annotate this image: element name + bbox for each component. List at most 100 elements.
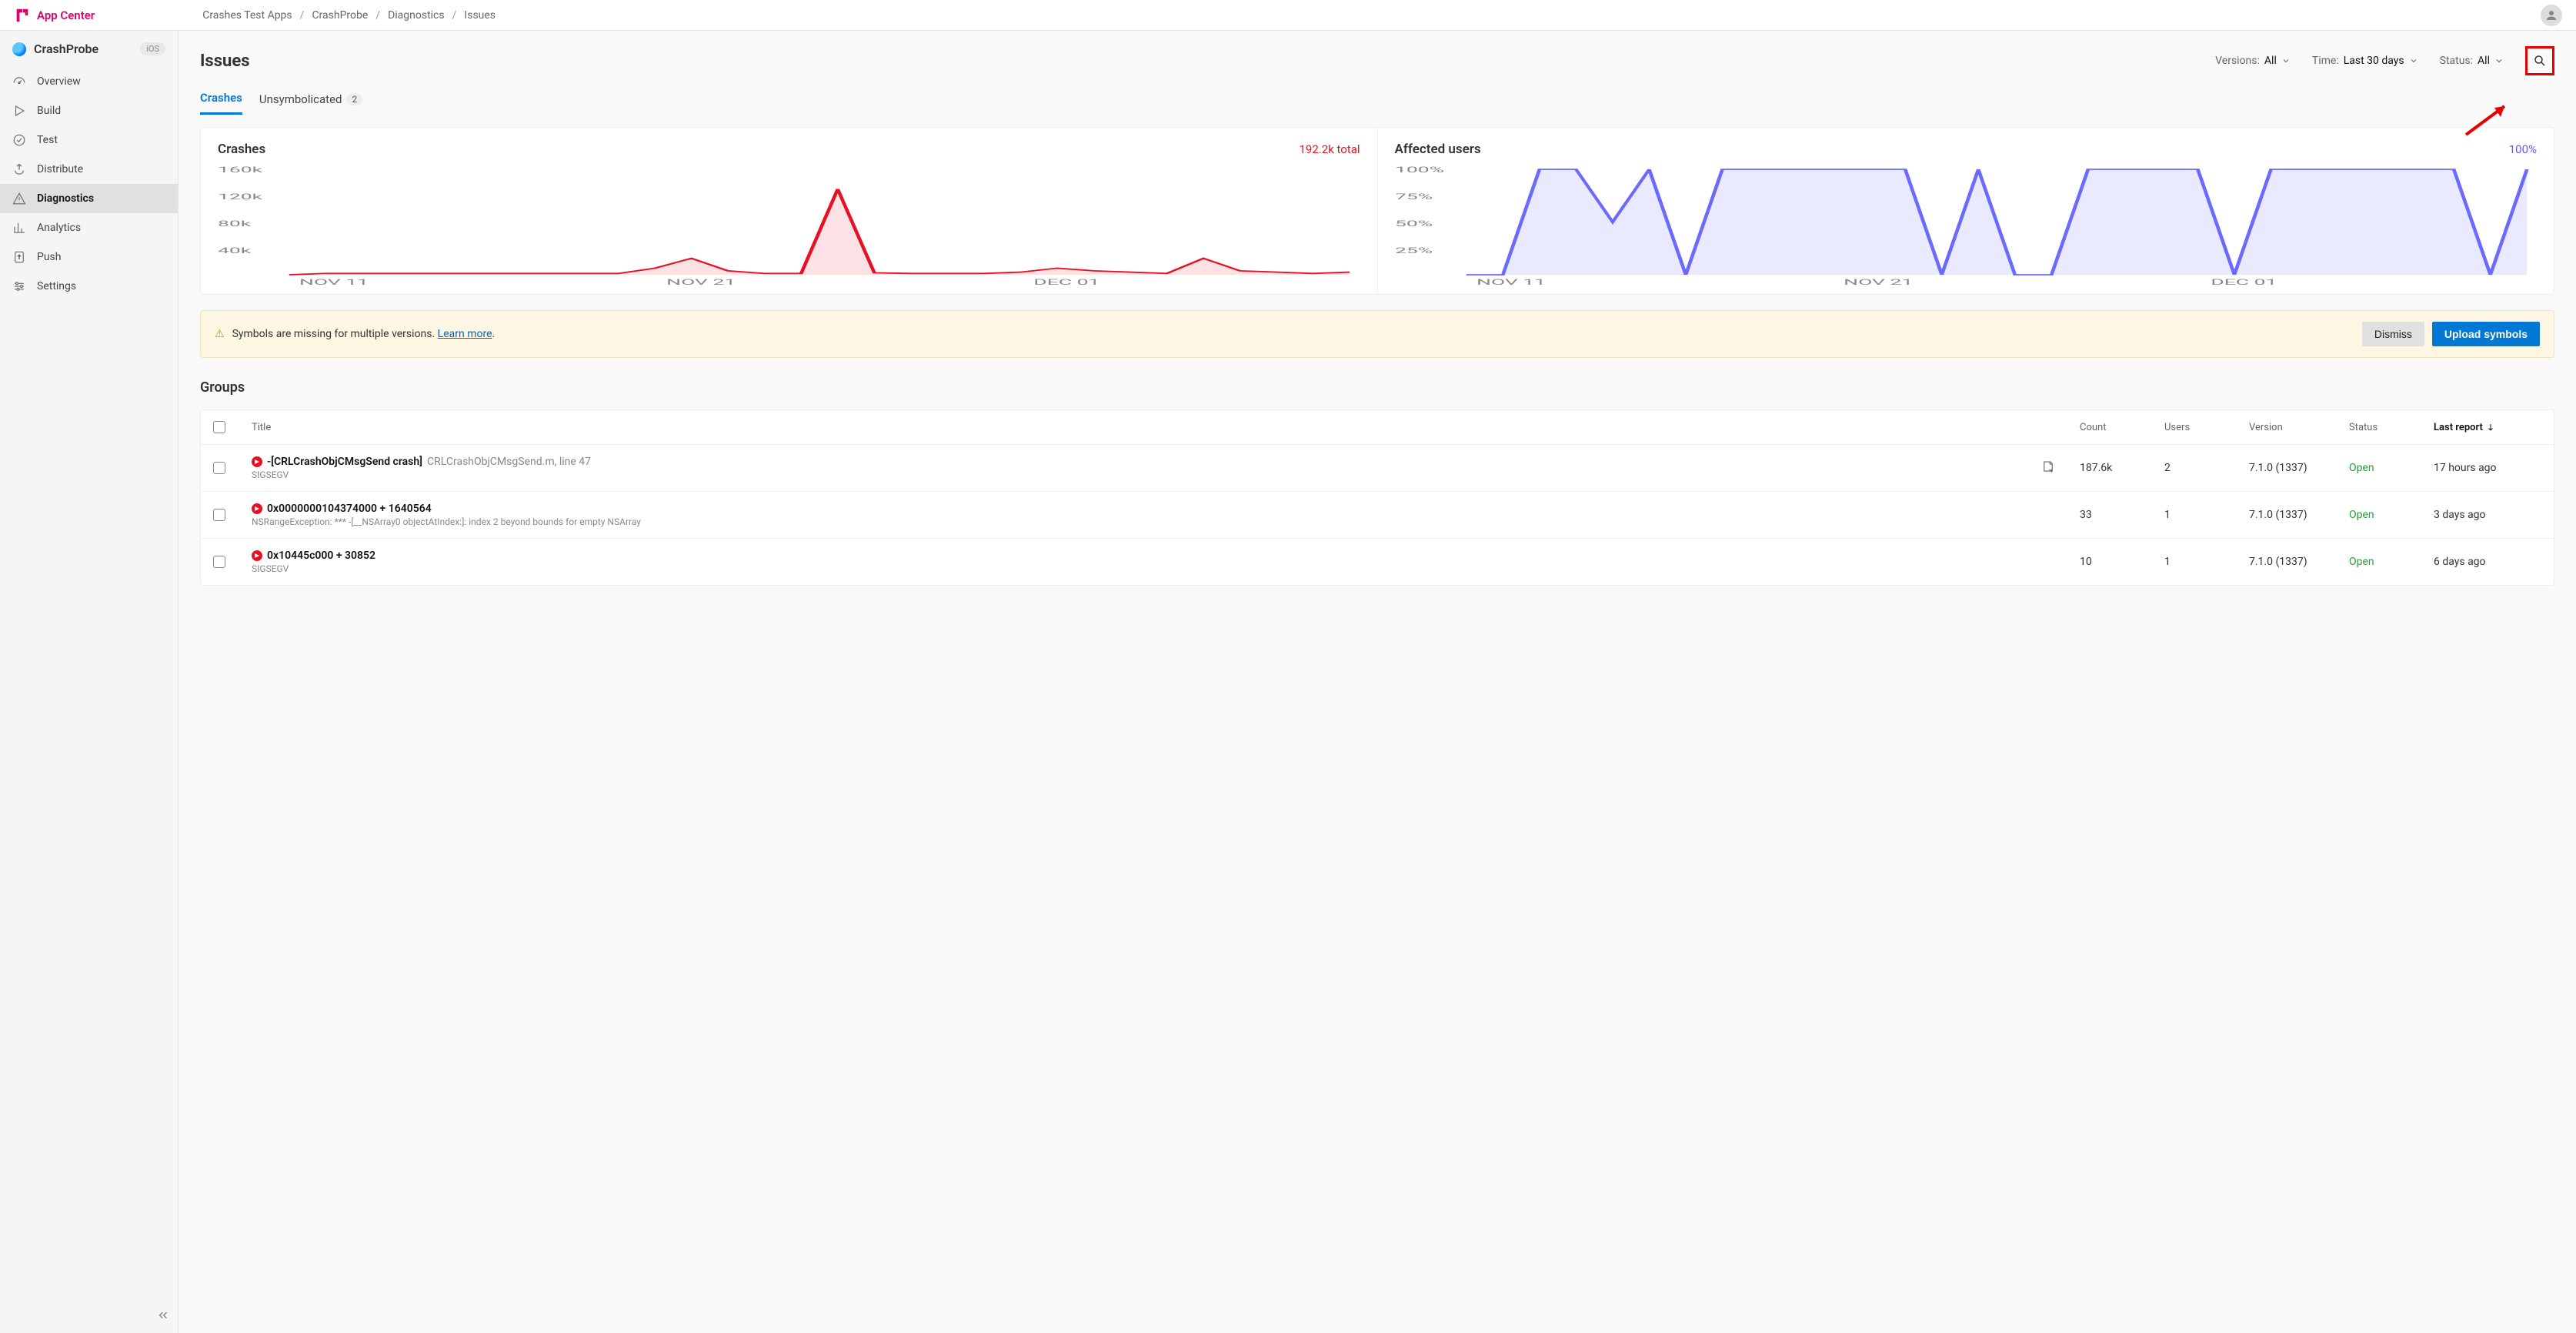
play-icon <box>12 104 26 118</box>
sliders-icon <box>12 279 26 293</box>
filters: Versions: All Time: Last 30 days Status:… <box>2215 46 2554 75</box>
sidebar-item-distribute[interactable]: Distribute <box>0 155 178 184</box>
col-version[interactable]: Version <box>2249 422 2341 433</box>
tab-unsymbolicated[interactable]: Unsymbolicated 2 <box>259 92 362 114</box>
filter-value: All <box>2264 55 2277 67</box>
tabs: Crashes Unsymbolicated 2 <box>200 91 2554 115</box>
symbols-alert: ⚠ Symbols are missing for multiple versi… <box>200 310 2554 358</box>
users-chart-svg: 100% 75% 50% 25% NOV 11 NOV 21 DEC 01 <box>1395 163 2538 286</box>
dismiss-button[interactable]: Dismiss <box>2362 322 2424 346</box>
sidebar-item-label: Test <box>37 134 58 146</box>
breadcrumb-item[interactable]: CrashProbe <box>312 9 368 22</box>
filter-label: Versions: <box>2215 55 2260 67</box>
filter-label: Status: <box>2440 55 2473 67</box>
sidebar-item-label: Diagnostics <box>37 192 94 205</box>
chevron-down-icon <box>2409 56 2418 65</box>
row-title: 0x0000000104374000 + 1640564NSRangeExcep… <box>252 503 2034 527</box>
alert-text: Symbols are missing for multiple version… <box>232 328 496 340</box>
crashes-chart-svg: 160k 120k 80k 40k NOV 11 NOV 21 DEC 01 <box>218 163 1360 286</box>
svg-text:160k: 160k <box>218 165 263 175</box>
chart-title: Affected users <box>1395 142 1481 157</box>
breadcrumb-item[interactable]: Issues <box>464 9 496 22</box>
table-header: Title Count Users Version Status Last re… <box>201 410 2554 445</box>
chevrons-left-icon <box>156 1308 170 1322</box>
note-icon[interactable] <box>2041 459 2072 476</box>
table-row[interactable]: -[CRLCrashObjCMsgSend crash] CRLCrashObj… <box>201 445 2554 491</box>
row-users: 1 <box>2164 556 2241 568</box>
breadcrumb-item[interactable]: Diagnostics <box>388 9 445 22</box>
tab-badge: 2 <box>346 93 362 105</box>
check-circle-icon <box>12 133 26 147</box>
row-title: -[CRLCrashObjCMsgSend crash] CRLCrashObj… <box>252 456 2034 480</box>
breadcrumb-item[interactable]: Crashes Test Apps <box>202 9 292 22</box>
col-last-report[interactable]: Last report <box>2434 422 2541 433</box>
filter-versions[interactable]: Versions: All <box>2215 55 2291 67</box>
chart-affected-users: Affected users 100% 100% 75% 50% 25% NOV… <box>1377 128 2554 294</box>
row-version: 7.1.0 (1337) <box>2249 462 2341 474</box>
row-method: -[CRLCrashObjCMsgSend crash] <box>267 456 422 468</box>
nav: Overview Build Test Distribute Diagnosti… <box>0 67 178 301</box>
sidebar-item-test[interactable]: Test <box>0 125 178 155</box>
search-button[interactable] <box>2525 46 2554 75</box>
upload-symbols-button[interactable]: Upload symbols <box>2432 322 2540 346</box>
groups-title: Groups <box>200 379 2554 396</box>
filter-status[interactable]: Status: All <box>2440 55 2504 67</box>
table-row[interactable]: 0x10445c000 + 30852SIGSEGV1017.1.0 (1337… <box>201 538 2554 585</box>
table-row[interactable]: 0x0000000104374000 + 1640564NSRangeExcep… <box>201 491 2554 538</box>
row-last-report: 3 days ago <box>2434 509 2541 521</box>
col-title[interactable]: Title <box>252 422 2034 433</box>
charts-row: Crashes 192.2k total 160k 120k 80k 40k N… <box>200 127 2554 295</box>
row-checkbox[interactable] <box>213 462 225 474</box>
row-count: 10 <box>2080 556 2157 568</box>
chart-crashes: Crashes 192.2k total 160k 120k 80k 40k N… <box>201 128 1377 294</box>
tab-crashes[interactable]: Crashes <box>200 91 242 115</box>
row-checkbox[interactable] <box>213 509 225 521</box>
sidebar: CrashProbe iOS Overview Build Test Distr… <box>0 31 179 1333</box>
svg-text:75%: 75% <box>1395 192 1433 202</box>
groups-table: Title Count Users Version Status Last re… <box>200 409 2554 586</box>
sidebar-item-build[interactable]: Build <box>0 96 178 125</box>
svg-text:25%: 25% <box>1395 246 1433 256</box>
sidebar-item-label: Push <box>37 251 62 263</box>
col-count[interactable]: Count <box>2080 422 2157 433</box>
sidebar-item-label: Overview <box>37 75 81 88</box>
row-sub: SIGSEGV <box>252 469 2034 480</box>
platform-badge: iOS <box>140 42 165 55</box>
page-bar: Issues Versions: All Time: Last 30 days … <box>200 46 2554 75</box>
page-title: Issues <box>200 52 250 71</box>
svg-text:DEC 01: DEC 01 <box>1033 278 1099 286</box>
sidebar-item-diagnostics[interactable]: Diagnostics <box>0 184 178 213</box>
main: Issues Versions: All Time: Last 30 days … <box>179 31 2576 1333</box>
top-header: App Center Crashes Test Apps/ CrashProbe… <box>0 0 2576 31</box>
row-count: 187.6k <box>2080 462 2157 474</box>
avatar[interactable] <box>2541 5 2562 26</box>
svg-text:NOV 11: NOV 11 <box>299 278 369 286</box>
svg-text:40k: 40k <box>218 246 252 256</box>
sidebar-item-overview[interactable]: Overview <box>0 67 178 96</box>
learn-more-link[interactable]: Learn more <box>438 328 492 340</box>
chevron-down-icon <box>2494 56 2504 65</box>
row-version: 7.1.0 (1337) <box>2249 556 2341 568</box>
filter-time[interactable]: Time: Last 30 days <box>2312 55 2418 67</box>
app-header[interactable]: CrashProbe iOS <box>0 31 178 67</box>
crash-badge-icon <box>252 550 262 561</box>
row-count: 33 <box>2080 509 2157 521</box>
row-sub: SIGSEGV <box>252 563 2034 574</box>
brand-label: App Center <box>37 8 95 22</box>
brand[interactable]: App Center <box>14 7 95 24</box>
push-icon <box>12 250 26 264</box>
select-all-checkbox[interactable] <box>213 421 225 433</box>
filter-label: Time: <box>2312 55 2339 67</box>
sidebar-collapse[interactable] <box>156 1308 170 1325</box>
col-status[interactable]: Status <box>2349 422 2426 433</box>
sidebar-item-settings[interactable]: Settings <box>0 272 178 301</box>
sidebar-item-analytics[interactable]: Analytics <box>0 213 178 242</box>
crash-badge-icon <box>252 503 262 514</box>
filter-value: Last 30 days <box>2344 55 2404 67</box>
chevron-down-icon <box>2281 56 2291 65</box>
col-users[interactable]: Users <box>2164 422 2241 433</box>
distribute-icon <box>12 162 26 176</box>
sidebar-item-push[interactable]: Push <box>0 242 178 272</box>
search-icon <box>2533 54 2547 68</box>
row-checkbox[interactable] <box>213 556 225 568</box>
